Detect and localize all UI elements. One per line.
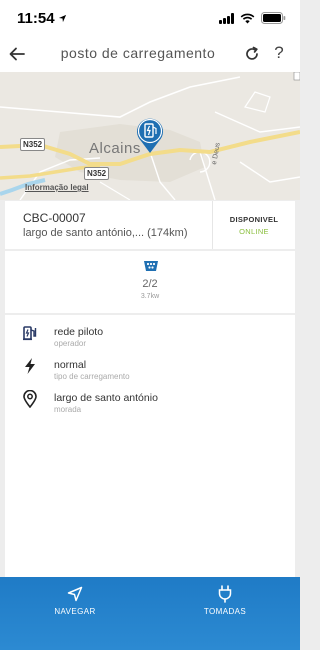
page-title: posto de carregamento bbox=[60, 45, 216, 61]
status-bar: 11:54 bbox=[0, 0, 300, 36]
operator-value: rede piloto bbox=[54, 326, 104, 338]
refresh-icon bbox=[246, 46, 258, 60]
charge-type-label: tipo de carregamento bbox=[54, 372, 130, 381]
map-view[interactable]: N352 N352 Alcains e Deus Informação lega… bbox=[0, 72, 300, 200]
road-badge: N352 bbox=[20, 138, 46, 151]
charging-station-pin-icon[interactable] bbox=[135, 116, 165, 154]
navigation-arrow-icon bbox=[66, 585, 84, 603]
bottom-nav: NAVEGAR TOMADAS bbox=[0, 577, 300, 650]
navigate-button[interactable]: NAVEGAR bbox=[0, 577, 150, 650]
detail-row-address: largo de santo antónio morada bbox=[5, 387, 295, 417]
station-card: CBC-00007 largo de santo antónio,... (17… bbox=[5, 201, 295, 249]
status-icons bbox=[219, 12, 286, 24]
battery-icon bbox=[261, 12, 286, 24]
plug-power: 3.7kw bbox=[140, 293, 160, 300]
map-town-label: Alcains bbox=[89, 140, 141, 157]
map-pin-icon bbox=[22, 390, 38, 408]
station-address: largo de santo antónio,... (174km) bbox=[23, 227, 188, 239]
legal-info-link[interactable]: Informação legal bbox=[25, 183, 89, 192]
station-code: CBC-00007 bbox=[23, 211, 86, 225]
online-status: ONLINE bbox=[239, 227, 269, 236]
arrow-left-icon bbox=[9, 47, 25, 61]
plugs-card: 2/2 3.7kw bbox=[5, 251, 295, 313]
detail-row-operator: rede piloto operador bbox=[5, 321, 295, 351]
refresh-button[interactable] bbox=[240, 42, 264, 66]
detail-row-charge-type: normal tipo de carregamento bbox=[5, 354, 295, 384]
operator-label: operador bbox=[54, 339, 87, 348]
details-card: rede piloto operador normal tipo de carr… bbox=[5, 315, 295, 577]
divider bbox=[212, 201, 213, 249]
location-arrow-icon bbox=[58, 14, 67, 23]
availability-status: DISPONIVEL bbox=[229, 215, 279, 224]
socket-type-icon bbox=[144, 261, 158, 271]
road-badge: N352 bbox=[84, 167, 110, 180]
status-time: 11:54 bbox=[17, 10, 55, 27]
cellular-signal-icon bbox=[219, 12, 234, 24]
address-label: morada bbox=[54, 405, 82, 414]
charge-type-value: normal bbox=[54, 359, 87, 371]
available-plugs-count: 2/2 bbox=[142, 278, 158, 290]
back-button[interactable] bbox=[5, 42, 29, 66]
lightning-bolt-icon bbox=[22, 357, 38, 375]
sockets-label: TOMADAS bbox=[203, 607, 247, 616]
plug-icon bbox=[216, 585, 234, 603]
address-value: largo de santo antónio bbox=[54, 392, 158, 404]
help-button[interactable]: ? bbox=[268, 41, 290, 65]
navigate-label: NAVEGAR bbox=[54, 607, 96, 616]
app-header: posto de carregamento ? bbox=[0, 36, 300, 72]
sockets-button[interactable]: TOMADAS bbox=[150, 577, 300, 650]
ev-charger-icon bbox=[22, 324, 38, 342]
wifi-icon bbox=[240, 13, 255, 23]
